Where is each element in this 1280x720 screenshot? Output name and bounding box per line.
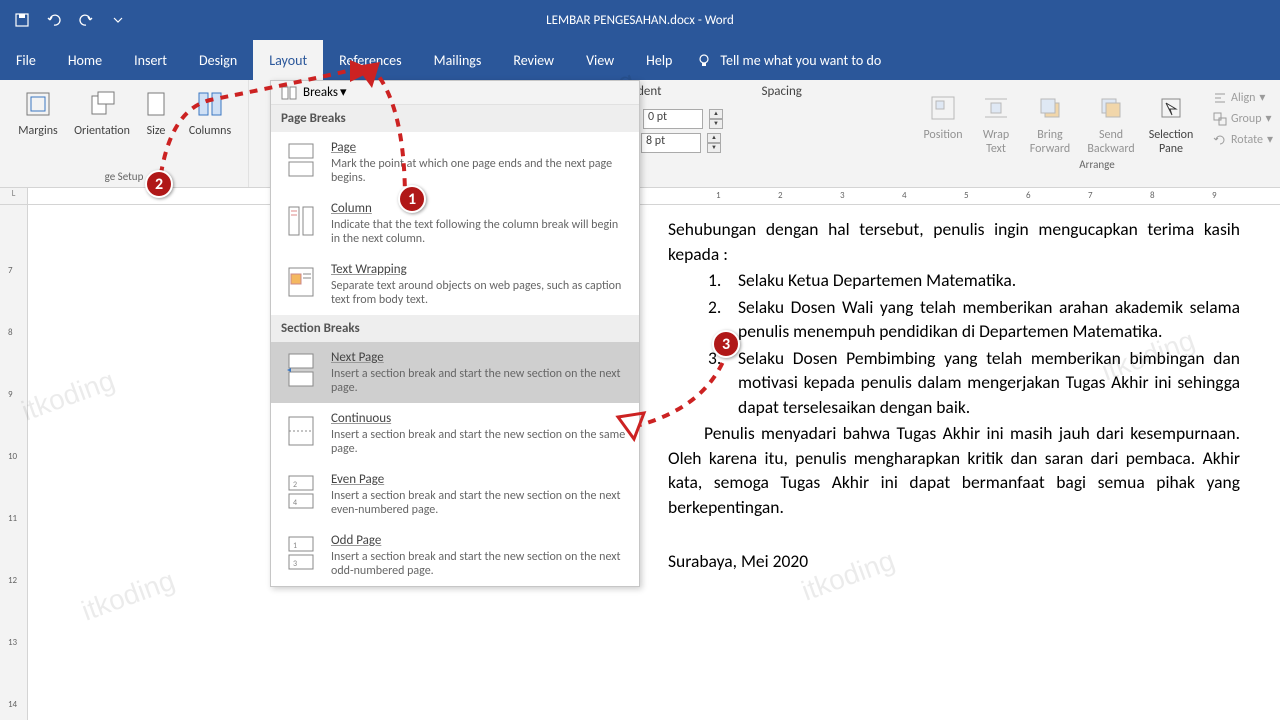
breaks-icon <box>281 86 297 100</box>
continuous-icon <box>281 411 321 451</box>
list-item: Selaku Ketua Departemen Matematika. <box>738 268 1240 293</box>
callout-2: 2 <box>145 170 173 198</box>
align-button[interactable]: Align ▾ <box>1207 88 1279 107</box>
arrange-group-label: Arrange <box>907 156 1280 175</box>
columns-icon <box>194 88 226 120</box>
tell-me-label: Tell me what you want to do <box>720 52 881 69</box>
tell-me-search[interactable]: Tell me what you want to do <box>696 52 881 69</box>
ruler-corner: L <box>0 188 28 204</box>
doc-list: 1.Selaku Ketua Departemen Matematika. 2.… <box>708 268 1240 419</box>
selection-pane-button[interactable]: Selection Pane <box>1143 88 1199 156</box>
spacing-after-spinner[interactable]: ▲▼ <box>707 133 721 153</box>
page-setup-group-label: ge Setup <box>8 168 240 187</box>
margins-button[interactable]: Margins <box>8 84 68 168</box>
menu-item-odd-page[interactable]: 13 Odd PageInsert a section break and st… <box>271 525 639 586</box>
paragraph-group-partial: Indent Spacing e: 0 pt ▲▼ r: 8 pt ▲▼ <box>619 80 899 187</box>
spacing-before-spinner[interactable]: ▲▼ <box>709 109 723 129</box>
svg-text:2: 2 <box>293 480 297 490</box>
menu-item-text-wrapping[interactable]: Text WrappingSeparate text around object… <box>271 254 639 315</box>
tab-layout[interactable]: Layout <box>253 40 323 80</box>
redo-button[interactable] <box>72 6 100 34</box>
margins-icon <box>22 88 54 120</box>
ruler-horizontal-container: L 1 2 3 4 5 6 7 8 9 <box>0 188 1280 205</box>
svg-text:1: 1 <box>293 541 297 551</box>
orientation-icon <box>86 88 118 120</box>
menubar: File Home Insert Design Layout Reference… <box>0 40 1280 80</box>
spacing-before-input[interactable]: 0 pt <box>643 109 703 129</box>
svg-text:4: 4 <box>293 498 297 508</box>
doc-intro: Sehubungan dengan hal tersebut, penulis … <box>668 217 1240 266</box>
undo-button[interactable] <box>40 6 68 34</box>
align-icon <box>1213 91 1227 105</box>
callout-1: 1 <box>398 185 426 213</box>
menu-item-even-page[interactable]: 24 Even PageInsert a section break and s… <box>271 464 639 525</box>
spacing-after-input[interactable]: 8 pt <box>641 133 701 153</box>
tab-review[interactable]: Review <box>497 40 570 80</box>
svg-text:3: 3 <box>293 559 297 569</box>
section-breaks-header: Section Breaks <box>271 315 639 342</box>
odd-page-icon: 13 <box>281 533 321 573</box>
tab-design[interactable]: Design <box>183 40 253 80</box>
position-button[interactable]: Position <box>915 88 971 156</box>
spacing-label: Spacing <box>761 84 801 99</box>
menu-item-next-page[interactable]: Next PageInsert a section break and star… <box>271 342 639 403</box>
next-page-icon <box>281 350 321 390</box>
group-icon <box>1213 112 1227 126</box>
lightbulb-icon <box>696 52 712 68</box>
text-wrapping-icon <box>281 262 321 302</box>
tab-home[interactable]: Home <box>52 40 118 80</box>
tab-view[interactable]: View <box>570 40 630 80</box>
menu-item-page[interactable]: PageMark the point at which one page end… <box>271 132 639 193</box>
tab-help[interactable]: Help <box>630 40 688 80</box>
window-title: LEMBAR PENGESAHAN.docx - Word <box>546 13 734 28</box>
even-page-icon: 24 <box>281 472 321 512</box>
page-break-icon <box>281 140 321 180</box>
quick-access-toolbar <box>0 6 140 34</box>
bring-forward-button[interactable]: Bring Forward <box>1021 88 1079 156</box>
size-icon <box>140 88 172 120</box>
page-breaks-header: Page Breaks <box>271 105 639 132</box>
send-backward-button[interactable]: Send Backward <box>1081 88 1141 156</box>
qat-more-button[interactable] <box>104 6 132 34</box>
list-item: Selaku Dosen Pembimbing yang telah membe… <box>738 346 1240 420</box>
doc-closing: Penulis menyadari bahwa Tugas Akhir ini … <box>668 421 1240 519</box>
position-icon <box>927 92 959 124</box>
save-button[interactable] <box>8 6 36 34</box>
chevron-down-icon: ▾ <box>340 85 347 100</box>
doc-signature: Surabaya, Mei 2020 <box>668 549 1240 574</box>
tab-insert[interactable]: Insert <box>118 40 183 80</box>
send-backward-icon <box>1095 92 1127 124</box>
bring-forward-icon <box>1034 92 1066 124</box>
rotate-icon <box>1213 133 1227 147</box>
tab-mailings[interactable]: Mailings <box>418 40 498 80</box>
size-button[interactable]: Size <box>136 84 176 168</box>
menu-item-column[interactable]: ColumnIndicate that the text following t… <box>271 193 639 254</box>
group-arrange: Position Wrap Text Bring Forward Send Ba… <box>899 80 1280 187</box>
breaks-button[interactable]: Breaks ▾ <box>271 81 639 105</box>
list-item: Selaku Dosen Wali yang telah memberikan … <box>738 295 1240 344</box>
columns-button[interactable]: Columns <box>180 84 240 168</box>
breaks-dropdown: Breaks ▾ Page Breaks PageMark the point … <box>270 80 640 587</box>
tab-file[interactable]: File <box>0 40 52 80</box>
tab-references[interactable]: References <box>323 40 417 80</box>
column-break-icon <box>281 201 321 241</box>
ruler-vertical[interactable]: 7 8 9 10 11 12 13 14 <box>0 205 28 720</box>
document-area[interactable]: Sehubungan dengan hal tersebut, penulis … <box>28 205 1280 720</box>
selection-pane-icon <box>1155 92 1187 124</box>
wrap-text-icon <box>980 92 1012 124</box>
menu-item-continuous[interactable]: ContinuousInsert a section break and sta… <box>271 403 639 464</box>
rotate-button[interactable]: Rotate ▾ <box>1207 130 1279 149</box>
workspace: 7 8 9 10 11 12 13 14 Sehubungan dengan h… <box>0 205 1280 720</box>
callout-3: 3 <box>712 330 740 358</box>
titlebar: LEMBAR PENGESAHAN.docx - Word <box>0 0 1280 40</box>
group-button[interactable]: Group ▾ <box>1207 109 1279 128</box>
ruler-horizontal[interactable]: 1 2 3 4 5 6 7 8 9 <box>28 188 1280 204</box>
group-page-setup: Margins Orientation Size Columns ge Setu… <box>0 80 249 187</box>
wrap-text-button[interactable]: Wrap Text <box>973 88 1019 156</box>
orientation-button[interactable]: Orientation <box>72 84 132 168</box>
page-content[interactable]: Sehubungan dengan hal tersebut, penulis … <box>668 217 1240 576</box>
ribbon: Margins Orientation Size Columns ge Setu… <box>0 80 1280 188</box>
